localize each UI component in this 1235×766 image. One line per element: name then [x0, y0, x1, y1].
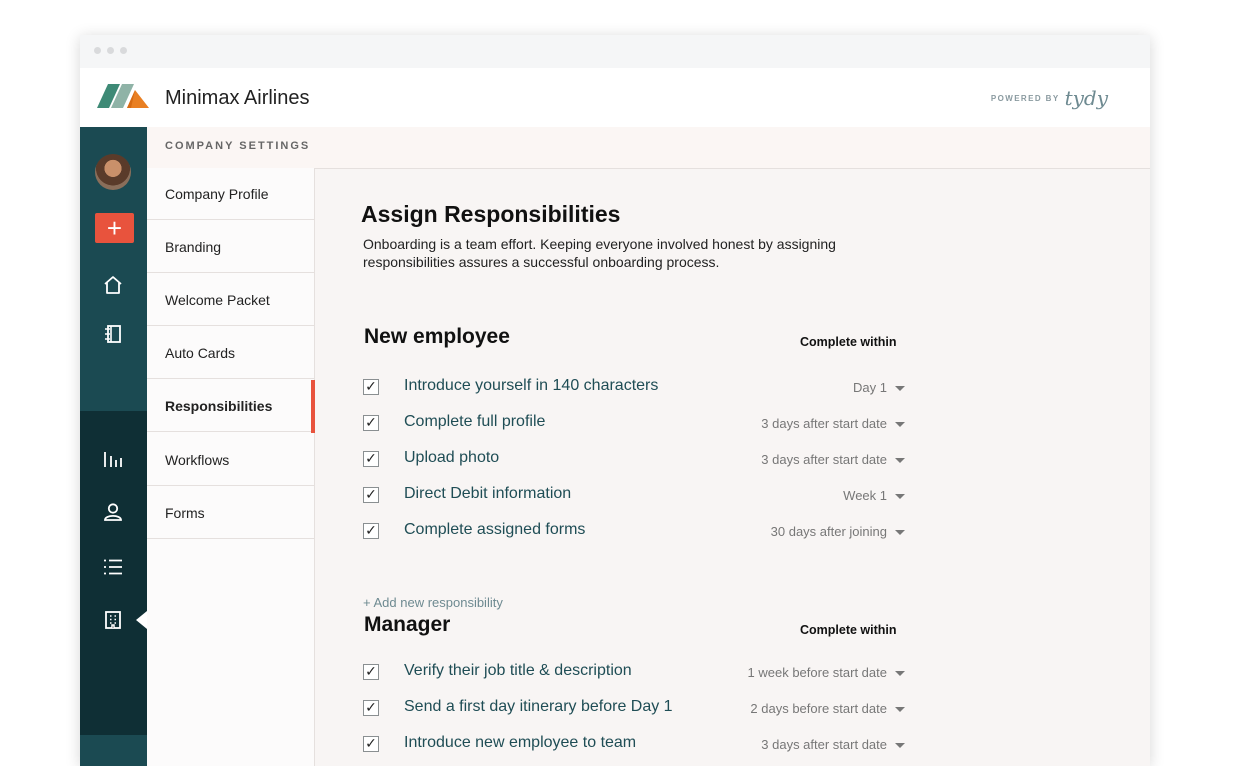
window-dot: [107, 47, 114, 54]
complete-within-label: Complete within: [800, 335, 897, 349]
due-dropdown[interactable]: Week 1: [843, 488, 905, 503]
task-checkbox[interactable]: ✓: [363, 415, 379, 431]
window-dot: [94, 47, 101, 54]
settings-nav-branding[interactable]: Branding: [147, 221, 314, 273]
due-dropdown[interactable]: 3 days after start date: [761, 452, 905, 467]
task-name[interactable]: Send a first day itinerary before Day 1: [404, 698, 673, 716]
settings-nav-workflows[interactable]: Workflows: [147, 434, 314, 486]
responsibility-row: ✓ Upload photo 3 days after start date: [363, 449, 908, 473]
due-dropdown[interactable]: 2 days before start date: [750, 701, 905, 716]
due-dropdown[interactable]: 30 days after joining: [771, 524, 905, 539]
book-icon[interactable]: [101, 322, 125, 346]
brand-logo-icon: [97, 84, 149, 108]
app-window: Minimax Airlines POWERED BY tydy + COMPA…: [80, 35, 1150, 766]
due-dropdown[interactable]: 1 week before start date: [748, 665, 905, 680]
add-button[interactable]: +: [95, 213, 134, 243]
due-dropdown[interactable]: 3 days after start date: [761, 737, 905, 752]
due-value: Day 1: [853, 380, 887, 395]
powered-by: POWERED BY tydy: [991, 86, 1108, 110]
task-checkbox[interactable]: ✓: [363, 736, 379, 752]
task-name[interactable]: Direct Debit information: [404, 485, 571, 503]
task-name[interactable]: Upload photo: [404, 449, 499, 467]
responsibility-row: ✓ Complete assigned forms 30 days after …: [363, 521, 908, 545]
add-responsibility-link[interactable]: + Add new responsibility: [363, 595, 503, 610]
caret-down-icon: [895, 494, 905, 500]
responsibility-row: ✓ Verify their job title & description 1…: [363, 662, 908, 686]
page-description: Onboarding is a team effort. Keeping eve…: [363, 236, 836, 270]
active-pointer: [136, 611, 147, 629]
avatar[interactable]: [95, 154, 131, 190]
settings-nav: Company Profile Branding Welcome Packet …: [147, 168, 315, 766]
settings-header: COMPANY SETTINGS: [147, 127, 1150, 169]
main-content: Assign Responsibilities Onboarding is a …: [315, 168, 1150, 766]
caret-down-icon: [895, 707, 905, 713]
window-chrome: [80, 35, 1150, 69]
settings-nav-responsibilities[interactable]: Responsibilities: [147, 380, 315, 433]
brand-name: Minimax Airlines: [165, 87, 310, 109]
due-value: 3 days after start date: [761, 452, 887, 467]
settings-nav-forms[interactable]: Forms: [147, 487, 314, 539]
due-dropdown[interactable]: 3 days after start date: [761, 416, 905, 431]
task-name[interactable]: Complete full profile: [404, 413, 545, 431]
window-dot: [120, 47, 127, 54]
settings-title: COMPANY SETTINGS: [165, 140, 311, 152]
caret-down-icon: [895, 530, 905, 536]
task-checkbox[interactable]: ✓: [363, 664, 379, 680]
due-value: 1 week before start date: [747, 665, 887, 680]
settings-nav-welcome-packet[interactable]: Welcome Packet: [147, 274, 314, 326]
caret-down-icon: [895, 386, 905, 392]
task-checkbox[interactable]: ✓: [363, 487, 379, 503]
tydy-logo: tydy: [1064, 86, 1108, 110]
responsibility-row: ✓ Introduce yourself in 140 characters D…: [363, 377, 908, 401]
task-checkbox[interactable]: ✓: [363, 523, 379, 539]
caret-down-icon: [895, 671, 905, 677]
caret-down-icon: [895, 422, 905, 428]
caret-down-icon: [895, 743, 905, 749]
settings-nav-company-profile[interactable]: Company Profile: [147, 168, 314, 220]
responsibility-row: ✓ Introduce new employee to team 3 days …: [363, 734, 908, 758]
powered-by-label: POWERED BY: [990, 93, 1060, 103]
task-checkbox[interactable]: ✓: [363, 700, 379, 716]
due-value: 2 days before start date: [750, 701, 887, 716]
app-header: Minimax Airlines POWERED BY tydy: [80, 68, 1150, 128]
due-value: Week 1: [843, 488, 887, 503]
task-name[interactable]: Complete assigned forms: [404, 521, 585, 539]
responsibility-row: ✓ Complete full profile 3 days after sta…: [363, 413, 908, 437]
user-icon[interactable]: [101, 500, 125, 524]
list-icon[interactable]: [101, 555, 125, 579]
section-title-new-employee: New employee: [364, 325, 510, 348]
bar-chart-icon[interactable]: [101, 447, 125, 471]
home-icon[interactable]: [101, 273, 125, 297]
rail-bottom-section: [80, 735, 147, 766]
icon-rail: +: [80, 127, 147, 766]
responsibility-row: ✓ Direct Debit information Week 1: [363, 485, 908, 509]
page-title: Assign Responsibilities: [361, 201, 621, 227]
task-checkbox[interactable]: ✓: [363, 451, 379, 467]
task-name[interactable]: Introduce new employee to team: [404, 734, 636, 752]
task-checkbox[interactable]: ✓: [363, 379, 379, 395]
task-name[interactable]: Verify their job title & description: [404, 662, 632, 680]
caret-down-icon: [895, 458, 905, 464]
settings-nav-auto-cards[interactable]: Auto Cards: [147, 327, 314, 379]
due-value: 30 days after joining: [770, 524, 887, 539]
due-dropdown[interactable]: Day 1: [853, 380, 905, 395]
task-name[interactable]: Introduce yourself in 140 characters: [404, 377, 658, 395]
building-icon[interactable]: [101, 608, 125, 632]
section-title-manager: Manager: [364, 613, 451, 636]
responsibility-row: ✓ Send a first day itinerary before Day …: [363, 698, 908, 722]
due-value: 3 days after start date: [761, 416, 887, 431]
complete-within-label: Complete within: [800, 623, 897, 637]
due-value: 3 days after start date: [761, 737, 887, 752]
